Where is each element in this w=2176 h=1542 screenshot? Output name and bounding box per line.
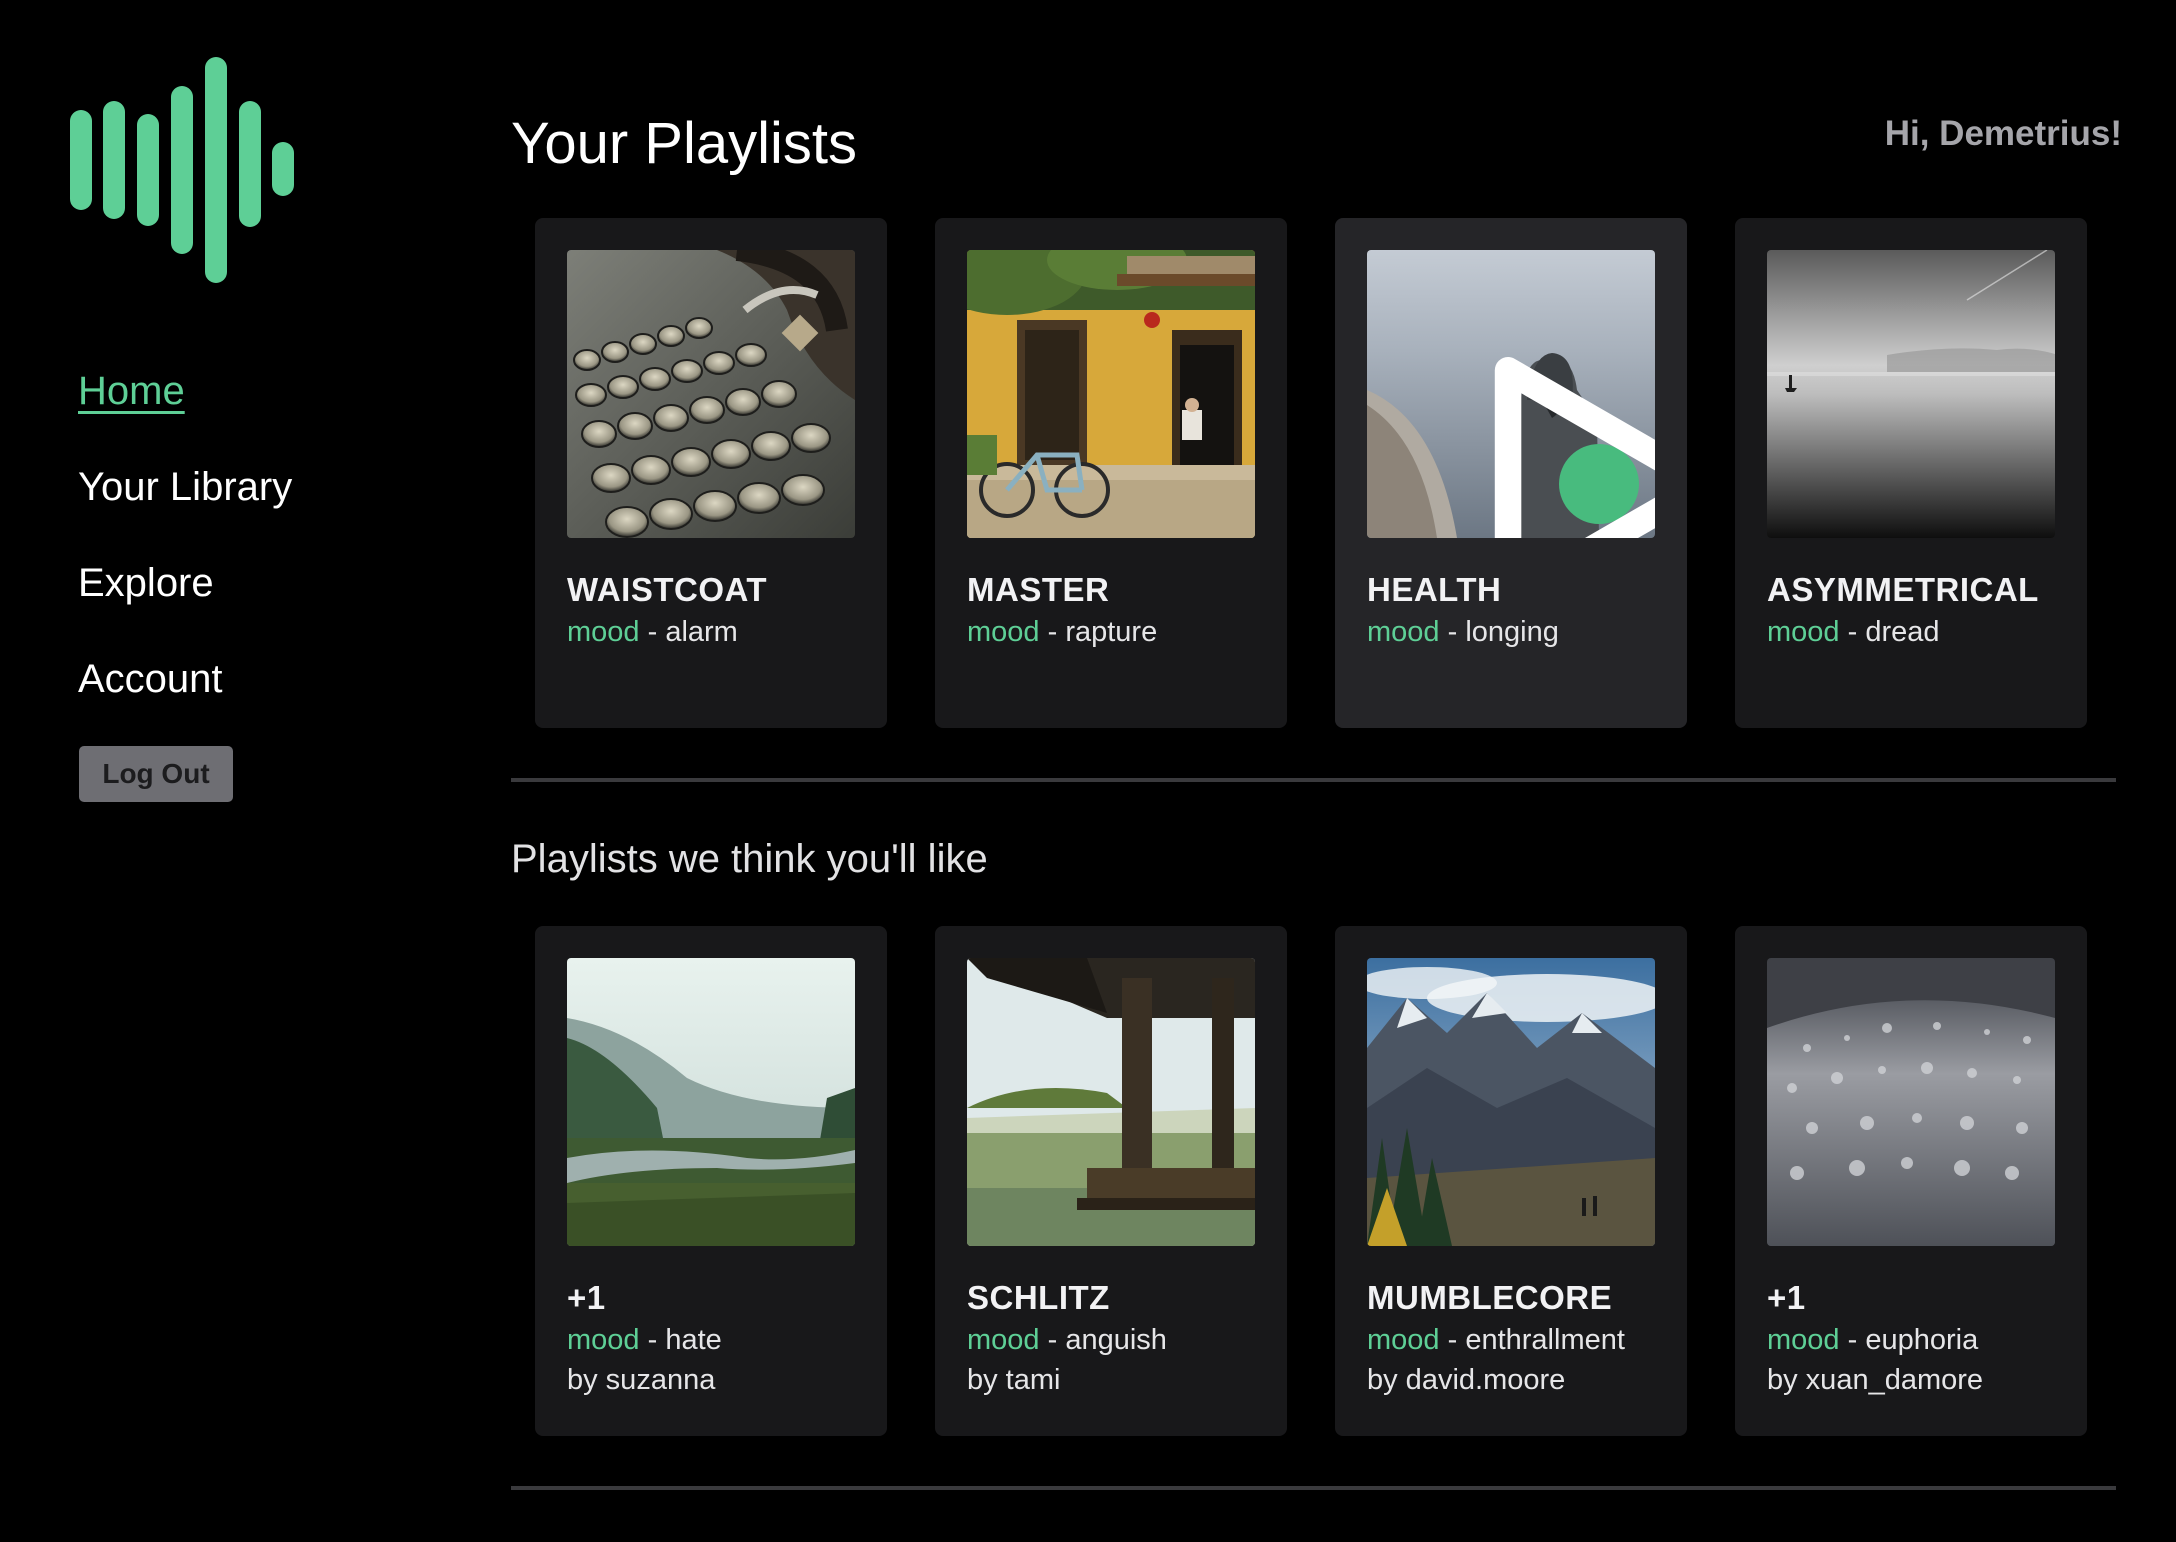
playlist-title: ASYMMETRICAL (1767, 571, 2039, 608)
main-content: Your Playlists Hi, Demetrius! WAISTCOAT … (511, 0, 2122, 1542)
mood-label: mood (567, 616, 640, 648)
playlist-cover-image (967, 250, 1255, 538)
mood-value: rapture (1065, 616, 1158, 648)
nav-item-home[interactable]: Home (78, 360, 292, 456)
playlist-mood: mood - longing (1367, 616, 1559, 648)
page-title: Your Playlists (511, 111, 858, 176)
playlist-mood: mood - alarm (567, 616, 738, 648)
mood-value: euphoria (1865, 1324, 1979, 1356)
playlist-card-health[interactable]: HEALTH mood - longing (1335, 218, 1687, 728)
playlist-cover-image (1367, 958, 1655, 1246)
recommended-playlists-row: +1 mood - hate by suzanna SCHLITZ mood -… (535, 926, 2095, 1436)
nav-item-explore[interactable]: Explore (78, 552, 292, 648)
playlist-title: MASTER (967, 571, 1110, 608)
sidebar-nav: Home Your Library Explore Account (78, 360, 292, 744)
recommended-card-plus-one-suzanna[interactable]: +1 mood - hate by suzanna (535, 926, 887, 1436)
playlist-title: WAISTCOAT (567, 571, 768, 608)
play-icon (1455, 340, 1655, 538)
nav-item-account[interactable]: Account (78, 648, 292, 744)
playlist-cover-image (567, 958, 855, 1246)
playlist-title: SCHLITZ (967, 1279, 1110, 1316)
playlist-card-waistcoat[interactable]: WAISTCOAT mood - alarm (535, 218, 887, 728)
playlist-title: HEALTH (1367, 571, 1502, 608)
mood-value: hate (665, 1324, 722, 1356)
play-button[interactable] (1494, 357, 1655, 538)
logout-button[interactable]: Log Out (79, 746, 233, 802)
mood-value: alarm (665, 616, 738, 648)
mood-label: mood (967, 1324, 1040, 1356)
mood-label: mood (1367, 616, 1440, 648)
playlist-card-master[interactable]: MASTER mood - rapture (935, 218, 1287, 728)
your-playlists-row: WAISTCOAT mood - alarm MASTER mood - rap… (535, 218, 2095, 728)
sound-wave-icon[interactable] (70, 56, 296, 284)
user-greeting: Hi, Demetrius! (1884, 114, 2122, 153)
mood-label: mood (967, 616, 1040, 648)
section-divider (511, 778, 2116, 782)
playlist-mood: mood - euphoria (1767, 1324, 1979, 1356)
playlist-author: by david.moore (1367, 1364, 1566, 1396)
playlist-title: +1 (1767, 1279, 1806, 1316)
playlist-author: by xuan_damore (1767, 1364, 1984, 1396)
playlist-mood: mood - enthrallment (1367, 1324, 1625, 1356)
playlist-cover-image (967, 958, 1255, 1246)
playlist-card-asymmetrical[interactable]: ASYMMETRICAL mood - dread (1735, 218, 2087, 728)
mood-value: dread (1865, 616, 1940, 648)
playlist-cover-image (1767, 250, 2055, 538)
recommended-card-plus-one-xuan[interactable]: +1 mood - euphoria by xuan_damore (1735, 926, 2087, 1436)
mood-label: mood (567, 1324, 640, 1356)
playlist-mood: mood - anguish (967, 1324, 1167, 1356)
playlist-author: by tami (967, 1364, 1061, 1396)
recommended-card-mumblecore[interactable]: MUMBLECORE mood - enthrallment by david.… (1335, 926, 1687, 1436)
mood-label: mood (1767, 616, 1840, 648)
app-root: Home Your Library Explore Account Log Ou… (0, 0, 2176, 1542)
playlist-mood: mood - dread (1767, 616, 1940, 648)
mood-value: anguish (1065, 1324, 1167, 1356)
section-divider (511, 1486, 2116, 1490)
playlist-title: +1 (567, 1279, 606, 1316)
playlist-cover-image (567, 250, 855, 538)
playlist-title: MUMBLECORE (1367, 1279, 1613, 1316)
playlist-mood: mood - hate (567, 1324, 722, 1356)
sidebar: Home Your Library Explore Account Log Ou… (0, 0, 480, 1542)
mood-label: mood (1767, 1324, 1840, 1356)
playlist-cover-image (1367, 250, 1655, 538)
mood-value: enthrallment (1465, 1324, 1625, 1356)
mood-label: mood (1367, 1324, 1440, 1356)
mood-value: longing (1465, 616, 1559, 648)
playlist-author: by suzanna (567, 1364, 716, 1396)
nav-item-your-library[interactable]: Your Library (78, 456, 292, 552)
recommended-section-title: Playlists we think you'll like (511, 837, 988, 881)
playlist-mood: mood - rapture (967, 616, 1158, 648)
recommended-card-schlitz[interactable]: SCHLITZ mood - anguish by tami (935, 926, 1287, 1436)
playlist-cover-image (1767, 958, 2055, 1246)
